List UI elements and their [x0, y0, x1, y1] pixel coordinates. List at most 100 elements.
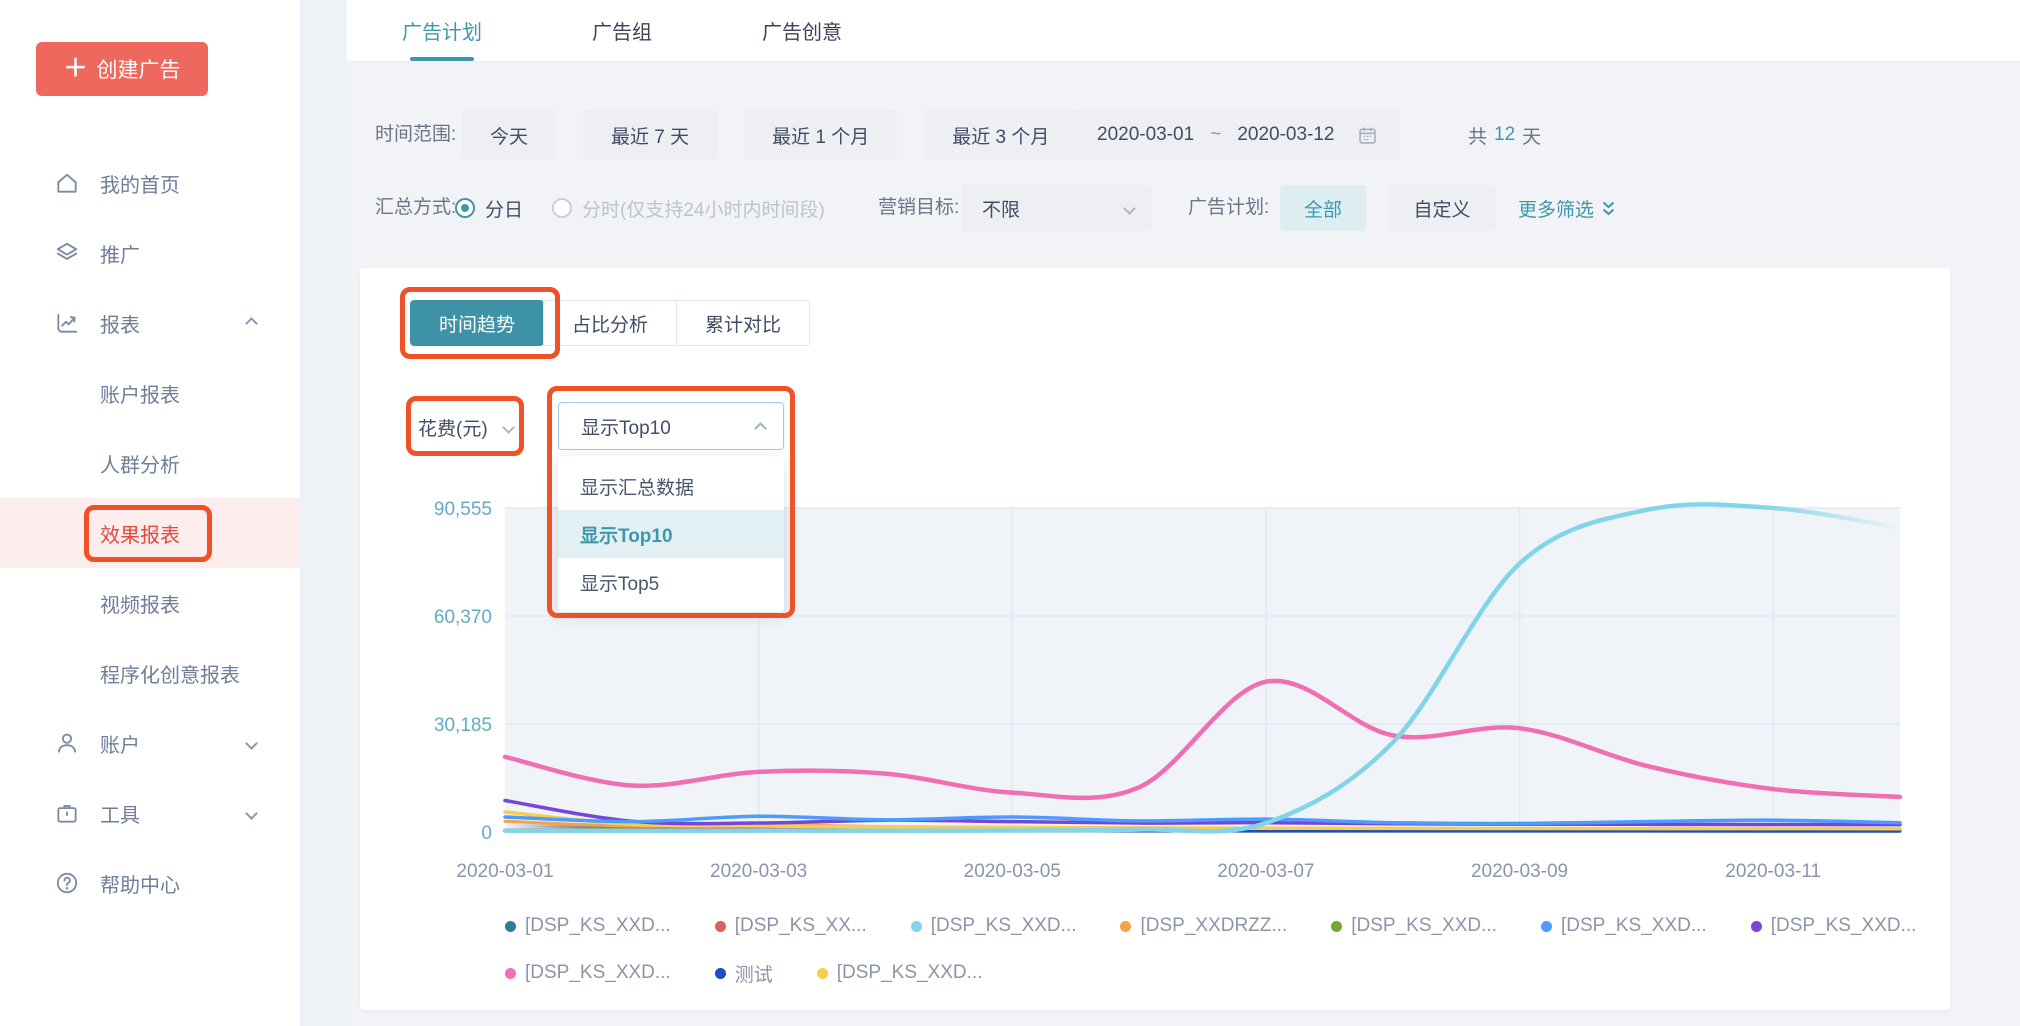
- legend-item-8[interactable]: 测试: [715, 960, 773, 987]
- sidebar-item-label: 我的首页: [100, 169, 180, 198]
- svg-text:2020-03-07: 2020-03-07: [1217, 861, 1314, 882]
- radio-by-day[interactable]: 分日: [455, 185, 523, 231]
- quick-range-button-0[interactable]: 今天: [462, 110, 556, 160]
- top-tab-1[interactable]: 广告组: [592, 0, 652, 61]
- ad-plan-label: 广告计划:: [1188, 185, 1269, 231]
- total-days-prefix: 共: [1468, 122, 1487, 149]
- view-tab-0[interactable]: 时间趋势: [410, 300, 544, 346]
- legend-dot-icon: [505, 968, 516, 979]
- legend-dot-icon: [1120, 921, 1131, 932]
- chevron-down-icon: [245, 807, 258, 820]
- sidebar-item-account-report[interactable]: 账户报表: [0, 358, 300, 428]
- sidebar-item-programmatic-creative-report[interactable]: 程序化创意报表: [0, 638, 300, 708]
- view-tab-1[interactable]: 占比分析: [543, 300, 677, 346]
- topn-select-value: 显示Top10: [581, 413, 671, 440]
- legend-item-7[interactable]: [DSP_KS_XXD...: [505, 962, 671, 984]
- legend-dot-icon: [1751, 921, 1762, 932]
- radio-dot: [552, 198, 572, 218]
- svg-text:60,370: 60,370: [434, 607, 492, 628]
- radio-by-day-label: 分日: [485, 195, 523, 222]
- sidebar-item-label: 工具: [100, 799, 140, 828]
- date-range-picker[interactable]: 2020-03-01 ~ 2020-03-12: [1075, 110, 1400, 160]
- legend-item-5[interactable]: [DSP_KS_XXD...: [1541, 915, 1707, 937]
- topn-option-1[interactable]: 显示Top10: [558, 510, 784, 558]
- sidebar-item-reports[interactable]: 报表: [0, 288, 300, 358]
- metric-select[interactable]: 花费(元): [418, 408, 513, 446]
- more-filters-button[interactable]: 更多筛选: [1518, 185, 1616, 231]
- chart-view-tabs: 时间趋势占比分析累计对比: [410, 300, 810, 346]
- legend-label: 测试: [735, 960, 773, 987]
- sidebar-item-label: 推广: [100, 239, 140, 268]
- chart-legend-row-1: [DSP_KS_XXD... [DSP_KS_XX... [DSP_KS_XXD..…: [505, 910, 1916, 942]
- topn-option-2[interactable]: 显示Top5: [558, 558, 784, 606]
- legend-item-4[interactable]: [DSP_KS_XXD...: [1331, 915, 1497, 937]
- top-tab-2[interactable]: 广告创意: [762, 0, 842, 61]
- toolbox-icon: [54, 800, 80, 826]
- legend-item-6[interactable]: [DSP_KS_XXD...: [1751, 915, 1917, 937]
- svg-text:90,555: 90,555: [434, 499, 492, 520]
- legend-dot-icon: [911, 921, 922, 932]
- topn-select[interactable]: 显示Top10: [558, 402, 784, 450]
- svg-text:2020-03-11: 2020-03-11: [1725, 861, 1821, 882]
- total-days-value: 12: [1494, 124, 1515, 146]
- help-icon: [54, 870, 80, 896]
- legend-dot-icon: [817, 968, 828, 979]
- topn-dropdown-menu: 显示汇总数据显示Top10显示Top5: [558, 456, 784, 612]
- legend-item-9[interactable]: [DSP_KS_XXD...: [817, 962, 983, 984]
- legend-dot-icon: [715, 921, 726, 932]
- legend-item-1[interactable]: [DSP_KS_XX...: [715, 915, 867, 937]
- sidebar-item-video-report[interactable]: 视频报表: [0, 568, 300, 638]
- legend-label: [DSP_XXDRZZ...: [1140, 915, 1287, 937]
- sidebar-item-label: 帮助中心: [100, 869, 180, 898]
- sidebar: ＋ 创建广告 我的首页推广报表账户报表人群分析效果报表视频报表程序化创意报表账户…: [0, 0, 300, 1026]
- legend-item-3[interactable]: [DSP_XXDRZZ...: [1120, 915, 1287, 937]
- legend-label: [DSP_KS_XXD...: [1351, 915, 1497, 937]
- marketing-goal-value: 不限: [982, 195, 1020, 222]
- sidebar-item-home[interactable]: 我的首页: [0, 148, 300, 218]
- layers-icon: [54, 240, 80, 266]
- plan-all-button[interactable]: 全部: [1280, 185, 1366, 231]
- topn-option-0[interactable]: 显示汇总数据: [558, 462, 784, 510]
- user-icon: [54, 730, 80, 756]
- sidebar-item-promotion[interactable]: 推广: [0, 218, 300, 288]
- quick-range-button-1[interactable]: 最近 7 天: [583, 110, 717, 160]
- sidebar-item-account[interactable]: 账户: [0, 708, 300, 778]
- svg-text:2020-03-05: 2020-03-05: [964, 861, 1061, 882]
- legend-label: [DSP_KS_XXD...: [1771, 915, 1917, 937]
- plan-custom-button[interactable]: 自定义: [1388, 185, 1496, 231]
- sidebar-nav: 我的首页推广报表账户报表人群分析效果报表视频报表程序化创意报表账户工具帮助中心: [0, 148, 300, 918]
- create-ad-button[interactable]: ＋ 创建广告: [36, 42, 208, 96]
- svg-text:2020-03-01: 2020-03-01: [456, 861, 553, 882]
- legend-label: [DSP_KS_XXD...: [931, 915, 1077, 937]
- marketing-goal-label: 营销目标:: [878, 185, 959, 231]
- legend-item-0[interactable]: [DSP_KS_XXD...: [505, 915, 671, 937]
- more-filters-label: 更多筛选: [1518, 195, 1594, 222]
- metric-select-value: 花费(元): [418, 414, 488, 441]
- plus-icon: ＋: [64, 57, 88, 81]
- quick-range-button-3[interactable]: 最近 3 个月: [924, 110, 1077, 160]
- top-tabbar: 广告计划 广告组 广告创意: [347, 0, 2020, 62]
- legend-item-2[interactable]: [DSP_KS_XXD...: [911, 915, 1077, 937]
- chevron-up-icon: [245, 317, 258, 330]
- top-tab-0[interactable]: 广告计划: [402, 0, 482, 61]
- date-start: 2020-03-01: [1097, 124, 1194, 146]
- sidebar-item-help-center[interactable]: 帮助中心: [0, 848, 300, 918]
- legend-dot-icon: [715, 968, 726, 979]
- quick-range-button-2[interactable]: 最近 1 个月: [744, 110, 897, 160]
- time-range-label: 时间范围:: [375, 110, 456, 160]
- double-chevron-down-icon: [1601, 200, 1616, 217]
- sidebar-item-label: 效果报表: [100, 519, 180, 548]
- sidebar-content-gutter: [300, 0, 347, 1026]
- chart-legend-row-2: [DSP_KS_XXD... 测试 [DSP_KS_XXD...: [505, 957, 982, 989]
- sidebar-item-tools[interactable]: 工具: [0, 778, 300, 848]
- sidebar-item-label: 程序化创意报表: [100, 659, 240, 688]
- quick-range-group: 今天最近 7 天最近 1 个月最近 3 个月: [462, 110, 1077, 160]
- sidebar-item-label: 报表: [100, 309, 140, 338]
- sidebar-item-audience-analysis[interactable]: 人群分析: [0, 428, 300, 498]
- marketing-goal-select[interactable]: 不限: [962, 185, 1152, 231]
- chevron-up-icon: [754, 422, 767, 435]
- view-tab-2[interactable]: 累计对比: [676, 300, 810, 346]
- sidebar-item-effect-report[interactable]: 效果报表: [0, 498, 300, 568]
- radio-by-hour[interactable]: 分时(仅支持24小时内时间段): [552, 185, 825, 231]
- chevron-down-icon: [245, 737, 258, 750]
